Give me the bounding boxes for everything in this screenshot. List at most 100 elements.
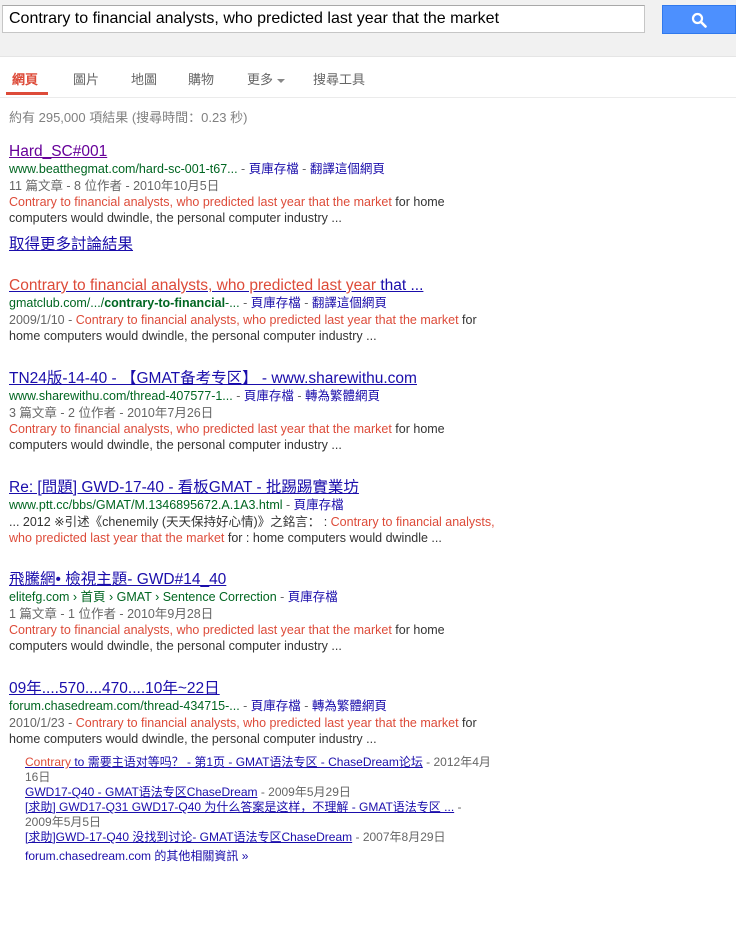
tab-images[interactable]: 圖片 — [73, 69, 99, 88]
active-tab-indicator — [6, 92, 48, 95]
chevron-down-icon — [277, 78, 286, 83]
result-stats: 約有 295,000 項結果 (搜尋時間：0.23 秒) — [9, 110, 248, 125]
more-discussion-link[interactable]: 取得更多討論結果 — [9, 235, 529, 254]
result-url: gmatclub.com/.../ — [9, 296, 105, 310]
result-snippet: 3 篇文章 - 2 位作者 - 2010年7月26日 Contrary to f… — [9, 405, 529, 453]
result-title-link[interactable]: Re: [問題] GWD-17-40 - 看板GMAT - 批踢踢實業坊 — [9, 478, 529, 497]
result-snippet: 2010/1/23 - Contrary to financial analys… — [9, 715, 529, 747]
sublink[interactable]: [求助] GWD17-Q31 GWD17-Q40 为什么答案是这样，不理解 - … — [25, 800, 454, 814]
snippet-text: ... 2012 ※引述《chenemily (天天保持好心情)》之銘言： : — [9, 515, 331, 529]
url-separator: - — [232, 389, 244, 403]
title-text: that ... — [376, 277, 424, 294]
sublink[interactable]: [求助]GWD-17-Q40 没找到讨论- GMAT语法专区ChaseDream — [25, 830, 352, 844]
sublink-date: - 2007年8月29日 — [352, 830, 446, 844]
search-input[interactable] — [2, 5, 645, 33]
snippet-text: for : home computers would dwindle ... — [224, 531, 442, 545]
result-url-line: www.beatthegmat.com/hard-sc-001-t67... -… — [9, 161, 529, 178]
more-from-site-link[interactable]: forum.chasedream.com 的其他相關資訊 » — [25, 849, 248, 863]
result-url: www.sharewithu.com/thread-407577-1... — [9, 389, 233, 403]
snippet-highlight: Contrary to financial analysts, who pred… — [9, 422, 392, 436]
result-snippet: 2009/1/10 - Contrary to financial analys… — [9, 312, 529, 344]
sublink-title: to 需要主语对等吗？ - 第1页 - GMAT语法专区 - ChaseDrea… — [71, 755, 423, 769]
sublink-item: Contrary to 需要主语对等吗？ - 第1页 - GMAT语法专区 - … — [25, 755, 525, 785]
result-snippet: ... 2012 ※引述《chenemily (天天保持好心情)》之銘言： : … — [9, 514, 529, 546]
result-title-link[interactable]: Hard_SC#001 — [9, 142, 529, 161]
snippet-highlight: Contrary to financial analysts, who pred… — [9, 195, 392, 209]
snippet-text: computers would dwindle, the personal co… — [9, 639, 342, 653]
snippet-highlight: who predicted last year that the market — [9, 531, 225, 545]
cache-link[interactable]: 頁庫存檔 — [294, 498, 344, 512]
cache-link[interactable]: 頁庫存檔 — [288, 590, 338, 604]
snippet-highlight: Contrary to financial analysts, who pred… — [75, 313, 459, 327]
result-url-bold: contrary-to-financial — [104, 296, 226, 310]
tab-maps[interactable]: 地圖 — [131, 69, 157, 88]
result-title-link[interactable]: 09年....570....470....10年~22日 — [9, 679, 529, 698]
translate-link[interactable]: 轉為繁體網頁 — [305, 389, 380, 403]
search-icon — [691, 12, 707, 28]
result-url-line: forum.chasedream.com/thread-434715-... -… — [9, 698, 529, 715]
tab-web[interactable]: 網頁 — [12, 69, 38, 88]
result-snippet: 1 篇文章 - 1 位作者 - 2010年9月28日 Contrary to f… — [9, 606, 529, 654]
sublink-date: 2009年5月5日 — [25, 815, 102, 829]
translate-link[interactable]: 轉為繁體網頁 — [312, 699, 387, 713]
search-result: Contrary to financial analysts, who pred… — [9, 276, 529, 344]
url-separator: - — [298, 162, 310, 176]
result-url-line: www.sharewithu.com/thread-407577-1... - … — [9, 388, 529, 405]
search-tabs: 網頁 圖片 地圖 購物 更多 搜尋工具 — [0, 57, 736, 98]
snippet-text: computers would dwindle, the personal co… — [9, 211, 342, 225]
title-highlight: Contrary to financial analysts, who pred… — [9, 277, 377, 294]
more-from-site: forum.chasedream.com 的其他相關資訊 » — [25, 849, 525, 864]
sublink-highlight: Contrary — [25, 755, 72, 769]
url-separator: - — [282, 498, 294, 512]
tab-search-tools[interactable]: 搜尋工具 — [313, 69, 365, 88]
result-title-link[interactable]: TN24版-14-40 - 【GMAT备考专区】 - www.sharewith… — [9, 369, 529, 388]
sublink-item: [求助]GWD-17-Q40 没找到讨论- GMAT语法专区ChaseDream… — [25, 830, 525, 845]
result-snippet: 11 篇文章 - 8 位作者 - 2010年10月5日 Contrary to … — [9, 178, 529, 226]
search-result: 09年....570....470....10年~22日 forum.chase… — [9, 679, 529, 747]
result-url-line: elitefg.com › 首頁 › GMAT › Sentence Corre… — [9, 589, 529, 606]
snippet-text: for — [458, 716, 477, 730]
snippet-text: home computers would dwindle, the person… — [9, 329, 377, 343]
snippet-highlight: Contrary to financial analysts, who pred… — [9, 623, 392, 637]
tab-more-label: 更多 — [247, 72, 274, 87]
result-title-link[interactable]: 飛騰網• 檢視主題- GWD#14_40 — [9, 570, 529, 589]
result-url: -... — [225, 296, 240, 310]
result-url: forum.chasedream.com/thread-434715-... — [9, 699, 240, 713]
result-url-line: www.ptt.cc/bbs/GMAT/M.1346895672.A.1A3.h… — [9, 497, 529, 514]
result-url: www.ptt.cc/bbs/GMAT/M.1346895672.A.1A3.h… — [9, 498, 283, 512]
sublink[interactable]: GWD17-Q40 - GMAT语法专区ChaseDream — [25, 785, 257, 799]
tab-more[interactable]: 更多 — [247, 69, 286, 88]
translate-link[interactable]: 翻譯這個網頁 — [312, 296, 387, 310]
search-button[interactable] — [662, 5, 736, 34]
sublink-date: 16日 — [25, 770, 51, 784]
cache-link[interactable]: 頁庫存檔 — [249, 162, 299, 176]
result-url-line: gmatclub.com/.../contrary-to-financial-.… — [9, 295, 529, 312]
sublink-date: - 2009年5月29日 — [257, 785, 351, 799]
more-discussion: 取得更多討論結果 — [9, 235, 529, 254]
snippet-text: computers would dwindle, the personal co… — [9, 438, 342, 452]
sublink-item: GWD17-Q40 - GMAT语法专区ChaseDream - 2009年5月… — [25, 785, 525, 800]
search-result: Re: [問題] GWD-17-40 - 看板GMAT - 批踢踢實業坊 www… — [9, 478, 529, 546]
url-separator: - — [239, 296, 251, 310]
snippet-text: for — [458, 313, 477, 327]
url-separator: - — [239, 699, 251, 713]
cache-link[interactable]: 頁庫存檔 — [251, 296, 301, 310]
url-separator: - — [293, 389, 305, 403]
translate-link[interactable]: 翻譯這個網頁 — [310, 162, 385, 176]
result-meta: 3 篇文章 - 2 位作者 - 2010年7月26日 — [9, 406, 214, 420]
cache-link[interactable]: 頁庫存檔 — [244, 389, 294, 403]
sublink[interactable]: Contrary to 需要主语对等吗？ - 第1页 - GMAT语法专区 - … — [25, 755, 423, 769]
sublink-item: [求助] GWD17-Q31 GWD17-Q40 为什么答案是这样，不理解 - … — [25, 800, 525, 830]
cache-link[interactable]: 頁庫存檔 — [251, 699, 301, 713]
search-header — [0, 0, 736, 57]
url-separator: - — [300, 296, 312, 310]
snippet-text: for home — [391, 422, 445, 436]
url-separator: - — [237, 162, 249, 176]
result-breadcrumb-url: elitefg.com › 首頁 › GMAT › Sentence Corre… — [9, 590, 277, 604]
result-meta: 1 篇文章 - 1 位作者 - 2010年9月28日 — [9, 607, 214, 621]
search-result: Hard_SC#001 www.beatthegmat.com/hard-sc-… — [9, 142, 529, 226]
result-url: www.beatthegmat.com/hard-sc-001-t67... — [9, 162, 238, 176]
tab-shopping[interactable]: 購物 — [188, 69, 214, 88]
result-title-link[interactable]: Contrary to financial analysts, who pred… — [9, 276, 529, 295]
sublink-date: - — [454, 800, 462, 814]
